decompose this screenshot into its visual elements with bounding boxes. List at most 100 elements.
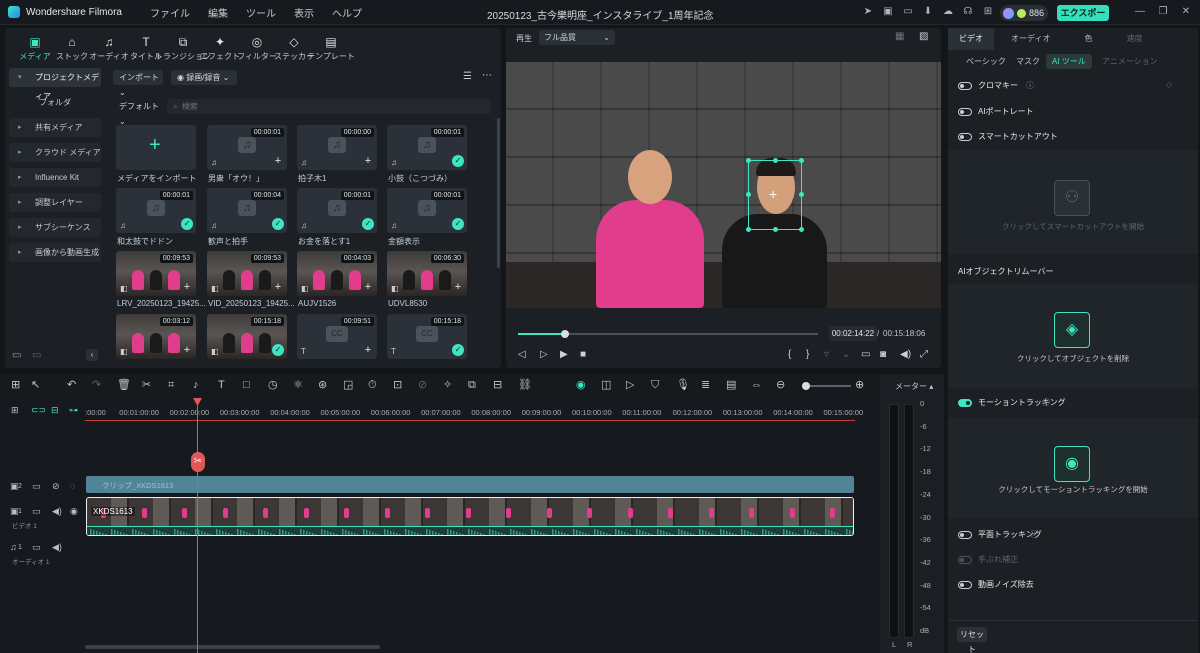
layout-icon[interactable]: ⊞ (11, 379, 20, 391)
subtab-mask[interactable]: マスク (1010, 54, 1046, 69)
nav-shared-media[interactable]: ▸ 共有メディア (9, 118, 101, 137)
stabilization-toggle[interactable] (958, 556, 972, 564)
mask-icon[interactable]: ⊘ (418, 379, 427, 391)
import-dropdown[interactable]: インポート ⌄ (113, 70, 163, 97)
nav-project-media[interactable]: ▾ プロジェクトメディア (9, 68, 101, 101)
nav-image-to-video[interactable]: ▸ 画像から動画生成 (9, 243, 101, 262)
media-tile[interactable]: ♫ ♫ 00:00:01 + (207, 125, 287, 170)
folder-icon[interactable]: ▭ (32, 481, 41, 492)
progress-knob[interactable] (560, 330, 569, 338)
mark-out-icon[interactable]: } (806, 349, 809, 360)
check-icon[interactable]: ✓ (181, 218, 193, 230)
info-icon[interactable]: ⓘ (1026, 80, 1034, 91)
media-tile[interactable]: ♫ ♫ 00:00:04 ✓ (207, 188, 287, 233)
redo-icon[interactable]: ↷ (92, 379, 101, 391)
check-icon[interactable]: ✓ (452, 344, 464, 356)
chevron-down-icon[interactable]: ⌄ (842, 349, 850, 360)
planar-tracking-toggle[interactable] (958, 531, 972, 539)
smart-cutout-icon[interactable]: ⚇ (1054, 180, 1090, 216)
add-to-timeline-icon[interactable]: + (362, 281, 374, 293)
subtab-basic[interactable]: ベーシック (960, 54, 1012, 69)
delete-icon[interactable]: 🗑 (117, 379, 131, 391)
snapshot-image-icon[interactable]: ▨ (919, 31, 928, 42)
render-icon[interactable]: ◫ (601, 379, 611, 391)
record-dropdown[interactable]: ◉ 録画/録音 ⌄ (171, 70, 237, 85)
monitor-icon[interactable]: ▭ (902, 6, 914, 18)
motion-tracking-toggle[interactable] (958, 399, 972, 407)
menu-tools[interactable]: ツール (246, 5, 276, 20)
download-icon[interactable]: ⬇ (922, 6, 934, 18)
zoom-in-icon[interactable]: ⊕ (855, 379, 864, 391)
headset-icon[interactable]: ☊ (962, 6, 974, 18)
crop-icon[interactable]: ⌗ (168, 379, 174, 391)
menu-file[interactable]: ファイル (150, 5, 190, 20)
resize-handle[interactable] (746, 192, 751, 197)
marker-icon[interactable]: ▿ (824, 349, 829, 360)
tab-color[interactable]: 色 (1067, 28, 1109, 50)
grid-icon[interactable]: ⊞ (982, 6, 994, 18)
menu-view[interactable]: 表示 (294, 5, 314, 20)
resize-handle[interactable] (799, 158, 804, 163)
tab-speed[interactable]: 速度 (1109, 28, 1159, 50)
video-preview[interactable]: + (506, 62, 941, 308)
sort-dropdown[interactable]: デフォルト ⌄ (113, 99, 161, 126)
tool-template[interactable]: ▤ テンプレート (307, 28, 355, 65)
resize-handle[interactable] (773, 227, 778, 232)
motion-tracking-box[interactable]: + (746, 158, 804, 232)
tool-stock[interactable]: ⌂ ストック (54, 28, 90, 65)
volume-icon[interactable]: ◀) (900, 349, 911, 360)
media-tile[interactable]: ♫ ♫ 00:00:01 ✓ (297, 188, 377, 233)
lock-icon[interactable]: ⊘ (52, 481, 60, 492)
info-icon[interactable]: ⓘ (1030, 529, 1038, 540)
nav-folder[interactable]: フォルダ (9, 93, 101, 112)
media-tile[interactable]: ◧ 00:09:53 + (116, 251, 196, 296)
zoom-out-icon[interactable]: ⊖ (776, 379, 785, 391)
media-tile[interactable]: ◧ 00:09:53 + (207, 251, 287, 296)
snap-icon[interactable]: ⇔ (751, 379, 762, 391)
fullscreen-icon[interactable]: ⤢ (920, 349, 928, 360)
camera-icon[interactable]: ◙ (880, 349, 886, 360)
frame-forward-icon[interactable]: ▷ (540, 349, 548, 360)
zoom-knob[interactable] (802, 382, 810, 390)
media-tile[interactable]: CC T 00:15:18 ✓ (387, 314, 467, 359)
keyframe-icon[interactable]: ◇ (1166, 80, 1172, 89)
clip-track-2[interactable]: クリップ_XKDS1613 (86, 476, 854, 493)
tool-effect[interactable]: ✦ エフェクト (200, 28, 240, 65)
tool-media[interactable]: ▣ メディア (17, 28, 53, 65)
timer-icon[interactable]: ⏱ (368, 379, 377, 391)
shape-icon[interactable]: □ (243, 379, 250, 391)
cloud-icon[interactable]: ☁ (942, 6, 954, 18)
folder-icon[interactable]: ▭ (32, 506, 41, 517)
playhead[interactable] (197, 399, 198, 653)
resize-handle[interactable] (799, 227, 804, 232)
add-to-timeline-icon[interactable]: + (272, 281, 284, 293)
check-icon[interactable]: ✓ (452, 218, 464, 230)
media-tile[interactable]: ♫ ♫ 00:00:01 ✓ (387, 188, 467, 233)
tool-filter[interactable]: ◎ フィルター (237, 28, 277, 65)
image-icon[interactable]: ▣ (882, 6, 894, 18)
snap-toggle-icon[interactable]: ⊟ (51, 405, 59, 416)
microphone-icon[interactable]: 🎙 (676, 379, 690, 391)
speed-icon[interactable]: ◷ (268, 379, 278, 391)
add-to-timeline-icon[interactable]: + (452, 281, 464, 293)
resize-handle[interactable] (773, 158, 778, 163)
text-icon[interactable]: T (218, 379, 225, 391)
smart-cutout-toggle[interactable] (958, 133, 972, 141)
subtab-animation[interactable]: アニメーション (1096, 54, 1164, 69)
media-scrollbar[interactable] (497, 118, 500, 268)
add-track-icon[interactable]: ⊞ (11, 405, 19, 416)
clip-track-1[interactable]: XKDS1613 (86, 497, 854, 536)
visibility-off-icon[interactable]: ◌ (70, 481, 75, 491)
ai-mode-icon[interactable]: ◉ (576, 379, 586, 391)
motion-tracking-icon[interactable]: ◉ (1054, 446, 1090, 482)
eye-icon[interactable]: ◉ (70, 506, 78, 517)
add-to-timeline-icon[interactable]: + (181, 281, 193, 293)
denoise-toggle[interactable] (958, 581, 972, 589)
sticker-icon[interactable]: ◲ (343, 379, 353, 391)
grid-view-icon[interactable]: ▦ (895, 31, 904, 42)
zoom-slider[interactable] (802, 382, 851, 390)
add-to-timeline-icon[interactable]: + (362, 155, 374, 167)
split-scissor-button[interactable]: ✂ (191, 452, 205, 472)
resize-handle[interactable] (799, 192, 804, 197)
media-tile[interactable]: CC T 00:09:51 + (297, 314, 377, 359)
